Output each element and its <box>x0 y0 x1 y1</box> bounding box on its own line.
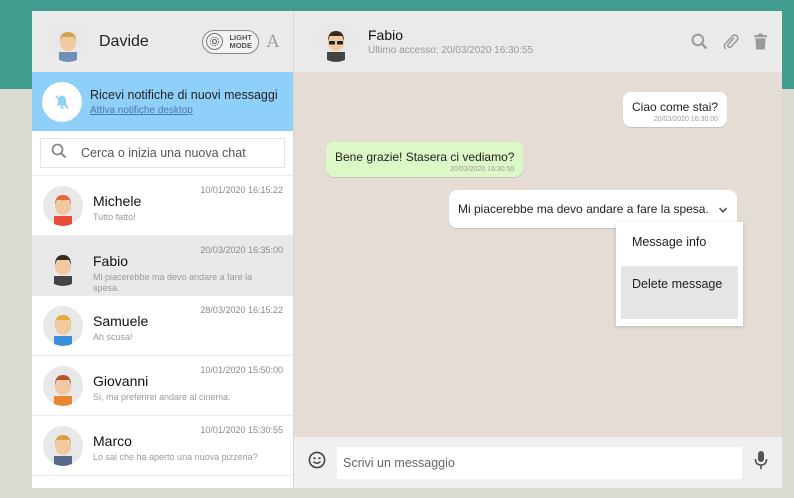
contact-avatar <box>43 185 83 226</box>
contact-avatar <box>43 305 83 346</box>
bell-off-icon <box>42 81 82 122</box>
last-message: Mi piacerebbe ma devo andare a fare la s… <box>93 272 253 293</box>
profile-header: Davide LIGHT MODE A <box>32 11 293 72</box>
chat-contact-name: Fabio <box>368 27 404 43</box>
contact-name: Fabio <box>93 253 129 269</box>
contact-name: Michele <box>93 193 142 209</box>
search-input[interactable] <box>81 146 271 160</box>
search-bar <box>32 131 293 176</box>
message-area: Ciao come stai? 20/03/2020 16:30:00 Bene… <box>294 72 782 437</box>
chevron-down-icon[interactable] <box>718 203 728 217</box>
user-avatar[interactable] <box>48 21 88 62</box>
last-message: Ah scusa! <box>93 332 133 342</box>
chat-app: Davide LIGHT MODE A Ricevi notifiche di … <box>32 11 782 488</box>
last-message-date: 10/01/2020 15:30:55 <box>200 425 283 435</box>
gear-icon <box>205 33 223 50</box>
user-name: Davide <box>99 32 149 50</box>
search-box <box>40 138 285 168</box>
chat-panel: Fabio Ultimo accesso: 20/03/2020 16:30:5… <box>294 11 782 488</box>
message-info-item[interactable]: Message info <box>621 229 738 256</box>
contact-item[interactable]: Michele Tutto fatto! 10/01/2020 16:15:22 <box>32 176 293 236</box>
contact-item[interactable]: Samuele Ah scusa! 28/03/2020 16:15:22 <box>32 296 293 356</box>
message-input[interactable] <box>337 446 742 479</box>
mode-label: LIGHT MODE <box>229 32 252 50</box>
microphone-icon[interactable] <box>754 450 768 475</box>
message-text: Mi piacerebbe ma devo andare a fare la s… <box>458 202 709 216</box>
search-icon[interactable] <box>691 33 708 50</box>
message-text: Ciao come stai? <box>632 100 719 114</box>
message-menu: Message info Delete message <box>616 222 743 326</box>
enable-desktop-notifications-link[interactable]: Attiva notifiche desktop <box>90 105 278 116</box>
contact-name: Marco <box>93 433 132 449</box>
contact-item[interactable]: Fabio Mi piacerebbe ma devo andare a fare… <box>32 236 293 296</box>
contact-avatar <box>43 425 83 466</box>
last-message: Lo sai che ha aperto una nuova pizzeria? <box>93 452 258 462</box>
last-seen: Ultimo accesso: 20/03/2020 16:30:55 <box>368 45 534 56</box>
delete-message-item[interactable]: Delete message <box>621 266 738 319</box>
contact-avatar <box>43 365 83 406</box>
composer-bar <box>294 437 782 488</box>
contact-name: Samuele <box>93 313 149 329</box>
message-time: 20/03/2020 16:30:00 <box>653 116 719 123</box>
last-message-date: 10/01/2020 15:50:00 <box>200 365 283 375</box>
message-time: 20/03/2020 16:30:55 <box>450 166 515 173</box>
message-sent[interactable]: Bene grazie! Stasera ci vediamo? 20/03/2… <box>326 142 524 177</box>
last-message-date: 10/01/2020 16:15:22 <box>200 185 283 195</box>
last-message: Si, ma preferirei andare al cinema. <box>93 392 231 402</box>
message-received[interactable]: Ciao come stai? 20/03/2020 16:30:00 <box>623 92 728 127</box>
sidebar: Davide LIGHT MODE A Ricevi notifiche di … <box>32 11 294 488</box>
contact-avatar <box>43 245 83 286</box>
font-size-icon[interactable]: A <box>267 32 279 52</box>
trash-icon[interactable] <box>753 33 768 50</box>
last-message-date: 28/03/2020 16:15:22 <box>200 305 283 315</box>
notification-banner: Ricevi notifiche di nuovi messaggi Attiv… <box>32 72 293 131</box>
emoji-icon[interactable] <box>308 451 326 474</box>
contact-name: Giovanni <box>93 373 149 389</box>
notification-title: Ricevi notifiche di nuovi messaggi <box>90 87 278 102</box>
contact-avatar[interactable] <box>316 21 356 62</box>
contact-item[interactable]: Giovanni Si, ma preferirei andare al cine… <box>32 356 293 416</box>
contact-item[interactable]: Marco Lo sai che ha aperto una nuova pizz… <box>32 416 293 476</box>
contact-list: Michele Tutto fatto! 10/01/2020 16:15:22 Fa… <box>32 176 293 488</box>
chat-header: Fabio Ultimo accesso: 20/03/2020 16:30:5… <box>294 11 782 72</box>
last-message-date: 20/03/2020 16:35:00 <box>200 245 283 255</box>
last-message: Tutto fatto! <box>93 212 136 222</box>
paperclip-icon[interactable] <box>722 33 739 50</box>
light-mode-toggle[interactable]: LIGHT MODE <box>201 29 259 54</box>
search-icon <box>51 143 67 164</box>
message-text: Bene grazie! Stasera ci vediamo? <box>335 150 515 164</box>
